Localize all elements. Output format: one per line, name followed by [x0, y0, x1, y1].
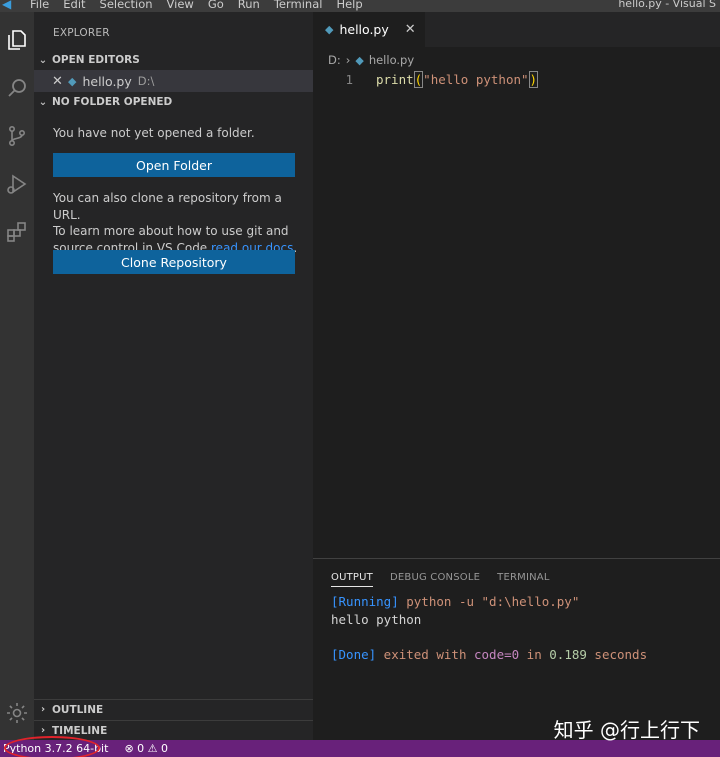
- breadcrumb-file[interactable]: hello.py: [369, 53, 414, 67]
- done-time: 0.189: [549, 647, 587, 662]
- tab-debug-console[interactable]: DEBUG CONSOLE: [390, 572, 480, 587]
- open-editors-header[interactable]: ⌄ OPEN EDITORS: [34, 50, 313, 70]
- search-icon[interactable]: [0, 70, 34, 106]
- title-bar: ◀ File Edit Selection View Go Run Termin…: [0, 0, 720, 12]
- chevron-right-icon: ›: [40, 725, 46, 736]
- done-exited: exited with: [376, 647, 474, 662]
- open-folder-button[interactable]: Open Folder: [53, 153, 295, 177]
- explorer-sidebar: EXPLORER ⌄ OPEN EDITORS ✕ ◆ hello.py D:\…: [34, 12, 313, 740]
- code-paren-close: ): [528, 71, 539, 88]
- outline-header[interactable]: › OUTLINE: [34, 699, 313, 719]
- chevron-right-icon: ›: [345, 53, 351, 67]
- close-icon[interactable]: ✕: [405, 22, 416, 37]
- clone-repository-button[interactable]: Clone Repository: [53, 250, 295, 274]
- code-line-1[interactable]: 1 print("hello python"): [313, 70, 720, 90]
- source-control-icon[interactable]: [0, 118, 34, 154]
- menu-file[interactable]: File: [30, 0, 49, 11]
- clone-text-line-2: To learn more about how to use git and: [53, 224, 289, 238]
- red-annotation-ellipse: [4, 736, 100, 757]
- menu-terminal[interactable]: Terminal: [274, 0, 323, 11]
- timeline-label: TIMELINE: [52, 724, 108, 737]
- menu-go[interactable]: Go: [208, 0, 224, 11]
- breadcrumb: D: › ◆ hello.py: [328, 53, 414, 67]
- done-seconds: seconds: [586, 647, 648, 662]
- open-editor-path: D:\: [137, 74, 155, 88]
- run-debug-icon[interactable]: [0, 166, 34, 202]
- tab-label: hello.py: [339, 22, 389, 37]
- code-paren-open: (: [413, 71, 424, 88]
- menu-help[interactable]: Help: [336, 0, 362, 11]
- menu-view[interactable]: View: [167, 0, 194, 11]
- no-folder-header[interactable]: ⌄ NO FOLDER OPENED: [34, 92, 313, 112]
- open-editor-name: hello.py: [82, 73, 132, 89]
- chevron-down-icon: ⌄: [38, 54, 48, 66]
- done-tag: [Done]: [331, 647, 377, 662]
- done-code: code=0: [474, 647, 520, 662]
- window-title: hello.py - Visual S: [618, 0, 716, 10]
- tab-hello-py[interactable]: ◆ hello.py ✕: [313, 12, 425, 47]
- settings-gear-icon[interactable]: [0, 695, 34, 731]
- no-folder-label: NO FOLDER OPENED: [52, 96, 173, 108]
- output-running-line: [Running] python -u "d:\hello.py": [331, 594, 579, 609]
- explorer-icon[interactable]: [0, 22, 34, 58]
- running-tag: [Running]: [331, 594, 399, 609]
- code-string: "hello python": [423, 72, 529, 87]
- python-file-icon: ◆: [68, 74, 77, 88]
- code-function: print: [376, 72, 414, 87]
- python-file-icon: ◆: [355, 53, 364, 67]
- menu-run[interactable]: Run: [238, 0, 260, 11]
- line-number: 1: [345, 72, 353, 87]
- tab-output[interactable]: OUTPUT: [331, 572, 373, 587]
- chevron-down-icon: ⌄: [38, 96, 48, 108]
- open-editors-label: OPEN EDITORS: [52, 54, 140, 66]
- python-file-icon: ◆: [325, 23, 334, 36]
- menu-bar: File Edit Selection View Go Run Terminal…: [30, 0, 377, 11]
- close-icon[interactable]: ✕: [52, 74, 66, 89]
- running-command: python -u "d:\hello.py": [398, 594, 580, 609]
- warning-count: 0: [161, 742, 169, 755]
- code-text[interactable]: print("hello python"): [376, 71, 539, 88]
- tab-terminal[interactable]: TERMINAL: [497, 572, 549, 587]
- warning-icon: ⚠: [147, 742, 158, 755]
- outline-label: OUTLINE: [52, 703, 104, 716]
- output-done-line: [Done] exited with code=0 in 0.189 secon…: [331, 647, 647, 662]
- breadcrumb-root[interactable]: D:: [328, 53, 341, 67]
- error-count: 0: [137, 742, 145, 755]
- chevron-right-icon: ›: [40, 704, 46, 715]
- watermark: 知乎 @行上行下: [553, 718, 700, 742]
- problems-indicator[interactable]: ⊗ 0 ⚠ 0: [124, 742, 168, 755]
- extensions-icon[interactable]: [0, 214, 34, 250]
- output-panel: OUTPUT DEBUG CONSOLE TERMINAL [Running] …: [313, 558, 720, 740]
- menu-selection[interactable]: Selection: [100, 0, 153, 11]
- clone-help-text: You can also clone a repository from a U…: [53, 190, 313, 256]
- menu-edit[interactable]: Edit: [63, 0, 85, 11]
- sidebar-title: EXPLORER: [53, 27, 110, 39]
- open-editor-item[interactable]: ✕ ◆ hello.py D:\: [34, 70, 313, 92]
- output-result-line: hello python: [331, 612, 422, 627]
- done-in: in: [519, 647, 550, 662]
- clone-text-line-1: You can also clone a repository from a U…: [53, 191, 282, 222]
- error-icon: ⊗: [124, 742, 134, 755]
- editor-tab-bar: ◆ hello.py ✕: [313, 12, 720, 47]
- panel-tabs: OUTPUT DEBUG CONSOLE TERMINAL: [331, 572, 567, 587]
- activity-bar: [0, 12, 34, 740]
- vscode-logo-icon: ◀: [2, 0, 12, 11]
- no-folder-message: You have not yet opened a folder.: [53, 126, 255, 140]
